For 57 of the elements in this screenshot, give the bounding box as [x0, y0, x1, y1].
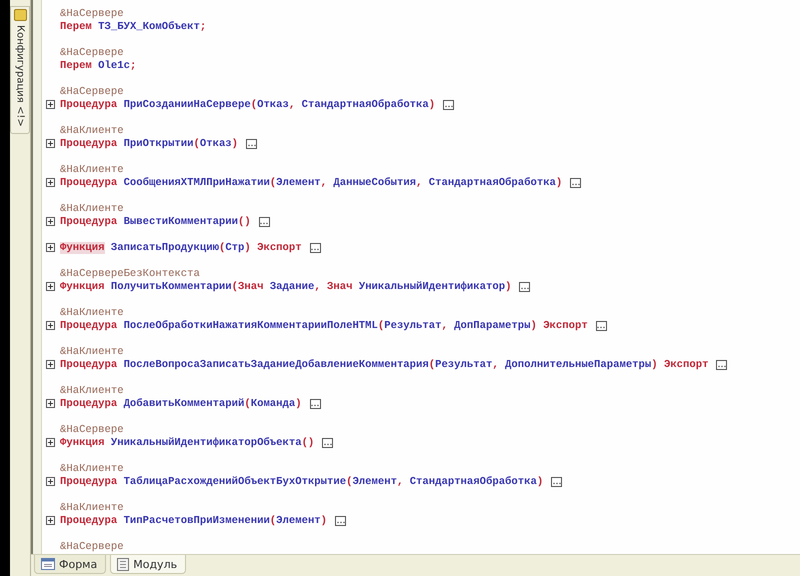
collapsed-code-icon[interactable] — [551, 476, 562, 486]
expand-icon[interactable] — [46, 477, 55, 486]
expand-icon[interactable] — [46, 139, 55, 148]
directive-line: &НаСервере — [60, 8, 124, 20]
window-icon — [41, 558, 55, 570]
collapsed-code-icon[interactable] — [258, 216, 270, 226]
directive-line: &НаКлиенте — [60, 124, 124, 136]
expand-icon[interactable] — [46, 321, 55, 330]
collapsed-code-icon[interactable] — [443, 100, 454, 110]
expand-icon[interactable] — [46, 399, 55, 408]
directive-line: &НаКлиенте — [60, 306, 124, 318]
code-line: Перем ТЗ_БУХ_КомОбъект; — [60, 20, 206, 32]
code-line: Функция ПолучитьКомментарии(Знач Задание, Знач УникальныйИдентификатор) — [60, 280, 512, 292]
directive-line: &НаСервере — [60, 424, 124, 436]
directive-line: &НаКлиенте — [60, 202, 124, 214]
directive-line: &НаСервере — [60, 540, 124, 552]
collapsed-code-icon[interactable] — [716, 360, 728, 370]
directive-line: &НаКлиенте — [60, 462, 124, 474]
code-line: Процедура СообщенияХТМЛПриНажатии(Элемент, ДанныеСобытия, СтандартнаяОбработка) — [60, 176, 562, 188]
directive-line: &НаСервере — [60, 46, 124, 58]
expand-icon[interactable] — [46, 217, 55, 226]
directive-line: &НаСервере — [60, 86, 124, 98]
document-icon — [117, 558, 130, 570]
side-tab[interactable]: Конфигурация <!> — [10, 6, 30, 134]
expand-icon[interactable] — [46, 516, 55, 525]
collapsed-code-icon[interactable] — [322, 438, 334, 448]
module-tab[interactable]: Форма — [34, 555, 106, 574]
code-line: Процедура ПослеОбработкиНажатияКомментарииПолеHTML(Результат, ДопПараметры) Экспорт — [60, 320, 588, 332]
collapsed-code-icon[interactable] — [310, 242, 321, 252]
collapsed-code-icon[interactable] — [246, 138, 258, 148]
code-line: Процедура ВывестиКомментарии() — [60, 216, 251, 228]
collapsed-code-icon[interactable] — [570, 178, 582, 188]
expand-icon[interactable] — [46, 100, 55, 109]
code-line: Перем Ole1c; — [60, 60, 136, 72]
module-tab[interactable]: Модуль — [110, 555, 186, 574]
expand-icon[interactable] — [46, 438, 55, 447]
code-line: Процедура ПослеВопросаЗаписатьЗаданиеДобавлениеКомментария(Результат, ДополнительныеПараметры) Экспорт — [60, 358, 708, 370]
code-line: Процедура ПриОткрытии(Отказ) — [60, 138, 238, 150]
code-line: Процедура ТипРасчетовПриИзменении(Элемент) — [60, 514, 328, 526]
collapsed-code-icon[interactable] — [310, 398, 321, 408]
collapsed-code-icon[interactable] — [519, 282, 530, 292]
code-line: Процедура ДобавитьКомментарий(Команда) — [60, 398, 302, 410]
directive-line: &НаКлиенте — [60, 346, 124, 358]
expand-icon[interactable] — [46, 360, 55, 369]
directive-line: &НаКлиенте — [60, 164, 124, 176]
code-line: Процедура ТаблицаРасхожденийОбъектБухОткрытие(Элемент, СтандартнаяОбработка) — [60, 476, 544, 488]
collapsed-code-icon[interactable] — [596, 320, 607, 330]
directive-line: &НаСервереБезКонтекста — [60, 268, 200, 280]
expand-icon[interactable] — [46, 282, 55, 291]
collapsed-code-icon[interactable] — [335, 516, 346, 526]
directive-line: &НаКлиенте — [60, 384, 124, 396]
code-line: Процедура ПриСозданииНаСервере(Отказ, СтандартнаяОбработка) — [60, 98, 436, 110]
expand-icon[interactable] — [46, 178, 55, 187]
code-line: Функция УникальныйИдентификаторОбъекта() — [60, 436, 314, 448]
expand-icon[interactable] — [46, 243, 55, 252]
directive-line: &НаКлиенте — [60, 502, 124, 514]
code-line: Функция ЗаписатьПродукцию(Стр) Экспорт — [60, 242, 302, 254]
